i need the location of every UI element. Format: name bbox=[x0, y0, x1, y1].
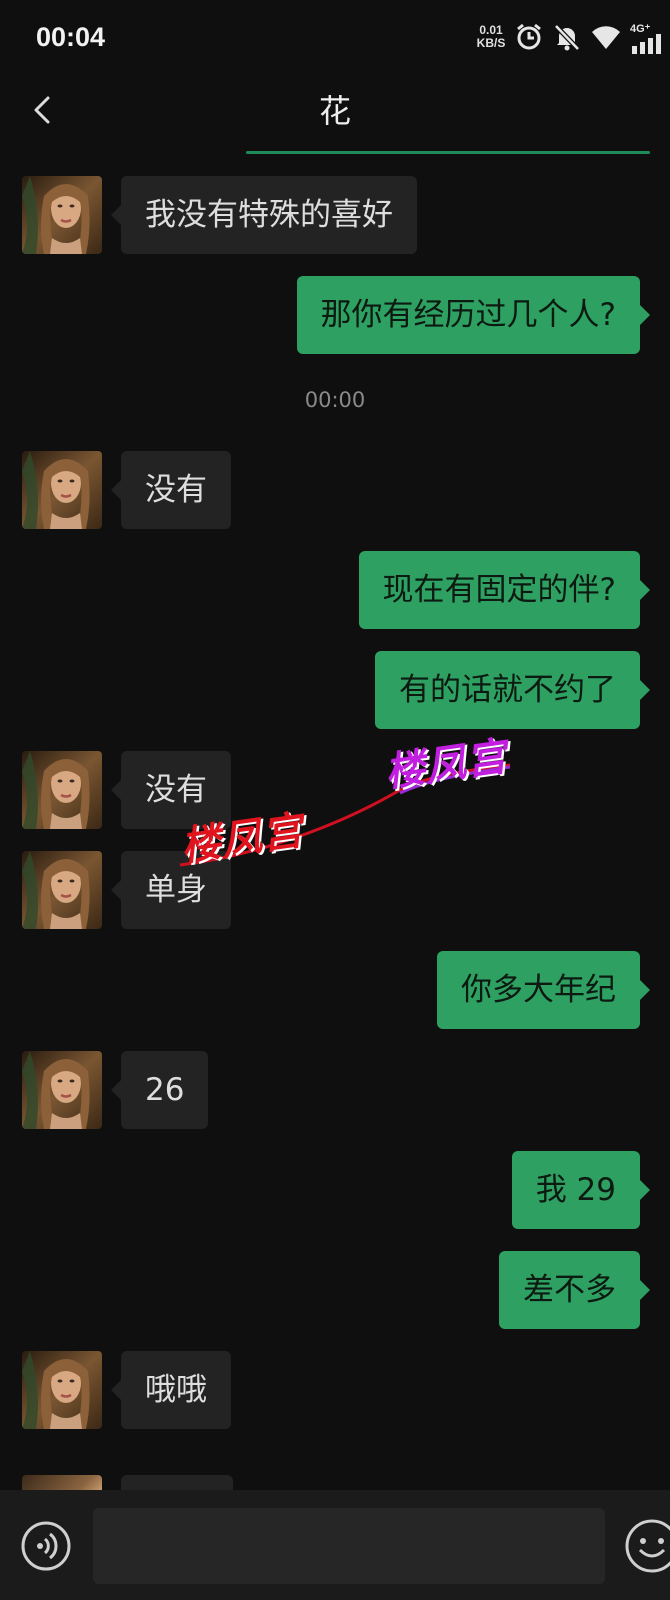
outgoing-bubble[interactable]: 那你有经历过几个人? bbox=[296, 276, 651, 354]
avatar[interactable] bbox=[22, 1351, 102, 1429]
outgoing-message: 差不多 bbox=[0, 1251, 670, 1329]
outgoing-bubble[interactable]: 有的话就不约了 bbox=[375, 651, 650, 729]
incoming-message: 26 bbox=[0, 1051, 670, 1129]
wifi-icon bbox=[592, 26, 620, 49]
outgoing-message: 我 29 bbox=[0, 1151, 670, 1229]
partial-message bbox=[0, 1475, 670, 1490]
input-bar bbox=[0, 1490, 670, 1600]
mute-icon bbox=[554, 24, 580, 51]
incoming-bubble[interactable]: 没有 bbox=[111, 451, 231, 529]
chat-title: 花 bbox=[318, 92, 351, 130]
signal-icon bbox=[632, 34, 661, 54]
incoming-bubble[interactable]: 哦哦 bbox=[111, 1351, 231, 1429]
message-input[interactable] bbox=[93, 1508, 605, 1584]
incoming-bubble[interactable]: 26 bbox=[110, 1051, 209, 1129]
outgoing-bubble[interactable]: 现在有固定的伴? bbox=[358, 551, 651, 629]
outgoing-message: 你多大年纪 bbox=[0, 951, 670, 1029]
avatar[interactable] bbox=[22, 451, 102, 529]
incoming-message: 我没有特殊的喜好 bbox=[0, 176, 670, 254]
outgoing-message: 有的话就不约了 bbox=[0, 651, 670, 729]
emoji-icon[interactable] bbox=[624, 1518, 670, 1574]
outgoing-bubble[interactable]: 差不多 bbox=[499, 1251, 650, 1329]
status-time: 00:04 bbox=[36, 22, 106, 52]
alarm-icon bbox=[517, 23, 541, 50]
status-bar: 00:04 0.01 KB/S 4G⁺ bbox=[0, 0, 670, 78]
outgoing-message: 现在有固定的伴? bbox=[0, 551, 670, 629]
timestamp: 00:00 bbox=[304, 388, 366, 412]
outgoing-bubble[interactable]: 你多大年纪 bbox=[437, 951, 650, 1029]
chat-header: 花 bbox=[0, 78, 670, 158]
header-underline bbox=[246, 151, 650, 154]
avatar[interactable] bbox=[22, 1051, 102, 1129]
incoming-message: 哦哦 bbox=[0, 1351, 670, 1429]
network-speed: 0.01 KB/S bbox=[476, 23, 506, 50]
avatar[interactable] bbox=[22, 851, 102, 929]
outgoing-bubble[interactable]: 我 29 bbox=[511, 1151, 651, 1229]
incoming-bubble[interactable]: 我没有特殊的喜好 bbox=[111, 176, 417, 254]
outgoing-message: 那你有经历过几个人? bbox=[0, 276, 670, 354]
incoming-message: 没有 bbox=[0, 451, 670, 529]
avatar[interactable] bbox=[22, 751, 102, 829]
voice-icon[interactable] bbox=[20, 1520, 72, 1572]
avatar[interactable] bbox=[22, 176, 102, 254]
